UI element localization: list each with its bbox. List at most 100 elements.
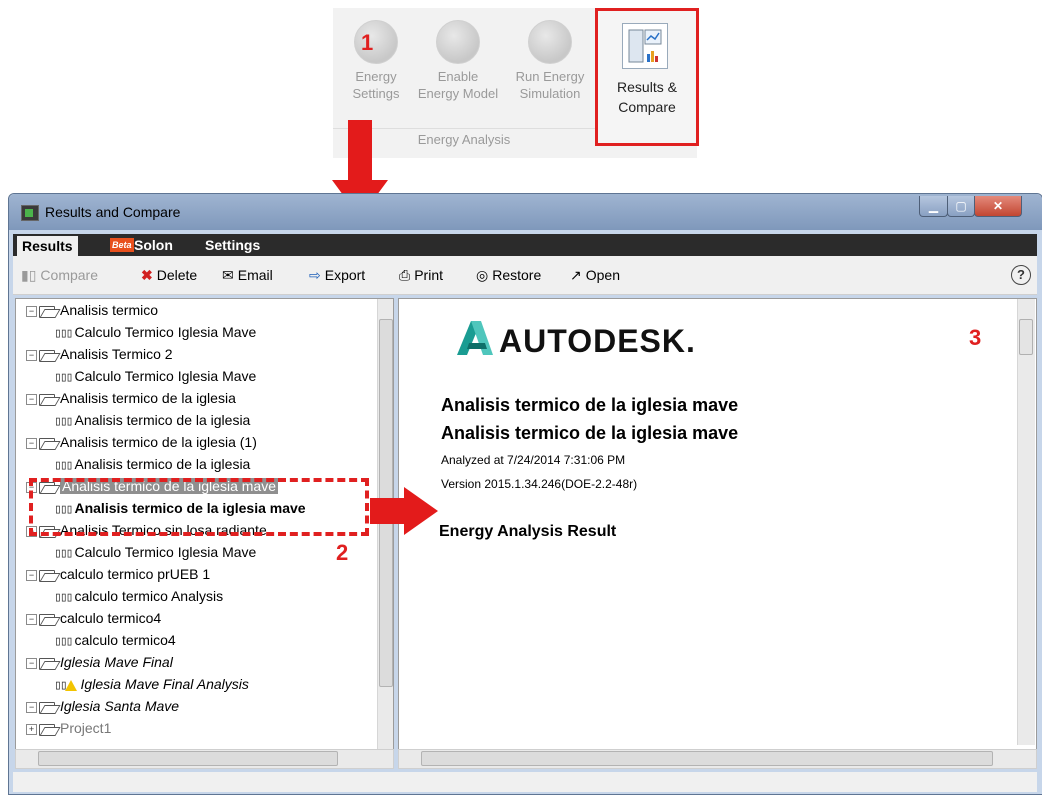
window-titlebar[interactable]: Results and Compare ▁ ▢ ✕ (9, 194, 1042, 230)
folder-icon (39, 613, 57, 627)
tree-folder-label: Project1 (60, 720, 112, 736)
energy-analysis-result-title: Energy Analysis Result (439, 523, 617, 540)
tree-folder[interactable]: − Analisis termico (26, 299, 158, 321)
delete-button[interactable]: ✖ Delete (141, 267, 197, 284)
energy-settings-label-1: Energy (355, 69, 397, 84)
tree-folder-label: Iglesia Mave Final (60, 654, 173, 670)
tree-horizontal-scroll-thumb[interactable] (38, 751, 338, 766)
collapse-icon[interactable]: − (26, 701, 37, 713)
restore-button[interactable]: ◎ Restore (476, 267, 541, 284)
tab-solon[interactable]: Solon (134, 237, 173, 253)
email-button[interactable]: ✉ Email (222, 267, 273, 284)
tab-bar: Results Beta Solon Settings (13, 234, 1037, 256)
autodesk-logo-icon (457, 321, 493, 360)
tree-item-label: Iglesia Mave Final Analysis (80, 676, 249, 692)
tree-item[interactable]: ▯▯ Iglesia Mave Final Analysis (54, 673, 249, 695)
warning-icon (64, 679, 77, 691)
tree-folder-partial[interactable]: + Project1 (26, 717, 111, 739)
tab-results[interactable]: Results (17, 236, 78, 256)
export-icon: ⇨ (309, 267, 321, 283)
tree-item[interactable]: ▯▯▯ Analisis termico de la iglesia (54, 409, 250, 431)
analysis-chart-icon: ▯▯▯ (54, 590, 74, 605)
tree-folder[interactable]: − calculo termico4 (26, 607, 161, 629)
folder-icon (39, 701, 57, 715)
open-button[interactable]: ↗ Open (570, 267, 620, 284)
results-compare-button[interactable]: Results & Compare (595, 8, 699, 146)
autodesk-wordmark: AUTODESK. (499, 323, 696, 359)
tree-folder-label: calculo termico4 (60, 610, 162, 626)
tree-item[interactable]: ▯▯▯ Calculo Termico Iglesia Mave (54, 321, 256, 343)
export-label: Export (324, 267, 366, 283)
tree-item[interactable]: ▯▯▯ Calculo Termico Iglesia Mave (54, 365, 256, 387)
tree-item-label: calculo termico Analysis (74, 588, 224, 604)
tree-folder-label: Analisis Termico 2 (60, 346, 173, 362)
tree-folder-label: Analisis termico (60, 302, 159, 318)
close-icon: ✕ (992, 199, 1004, 213)
tree-folder[interactable]: − calculo termico prUEB 1 (26, 563, 210, 585)
folder-icon (39, 305, 57, 319)
enable-energy-model-label-1: Enable (437, 69, 479, 84)
report-heading-1: Analisis termico de la iglesia mave (441, 395, 739, 415)
collapse-icon[interactable]: − (26, 437, 37, 449)
close-button[interactable]: ✕ (974, 196, 1022, 217)
tree-item[interactable]: ▯▯▯ calculo termico4 (54, 629, 176, 651)
tree-folder[interactable]: − Analisis termico de la iglesia (1) (26, 431, 257, 453)
collapse-icon[interactable]: − (26, 349, 37, 361)
enable-energy-model-icon (436, 20, 480, 64)
folder-icon (39, 657, 57, 671)
folder-icon (39, 723, 57, 737)
arrow-right-shaft (370, 498, 404, 524)
arrow-down-shaft (348, 120, 372, 182)
tree-folder[interactable]: − Iglesia Santa Mave (26, 695, 179, 717)
collapse-icon[interactable]: − (26, 657, 37, 669)
energy-settings-button[interactable]: Energy Settings (333, 12, 419, 122)
help-icon[interactable]: ? (1011, 265, 1031, 285)
results-compare-label-2: Compare (618, 99, 676, 115)
tree-item[interactable]: ▯▯▯ Analisis termico de la iglesia (54, 453, 250, 475)
collapse-icon[interactable]: − (26, 613, 37, 625)
tree-item[interactable]: ▯▯▯ Calculo Termico Iglesia Mave (54, 541, 256, 563)
app-icon (21, 205, 39, 221)
tree-folder[interactable]: − Analisis termico de la iglesia (26, 387, 236, 409)
print-button[interactable]: ⎙ Print (399, 267, 443, 284)
maximize-icon: ▢ (955, 199, 967, 213)
analyzed-date: Analyzed at 7/24/2014 7:31:06 PM (441, 453, 626, 467)
report-heading-2: Analisis termico de la iglesia mave (441, 423, 739, 443)
tree-folder-label: Analisis termico de la iglesia (60, 390, 236, 406)
tree-item[interactable]: ▯▯▯ calculo termico Analysis (54, 585, 223, 607)
collapse-icon[interactable]: − (26, 393, 37, 405)
content-horizontal-scroll-thumb[interactable] (421, 751, 993, 766)
compare-button[interactable]: ▮▯ Compare (21, 267, 98, 284)
collapse-icon[interactable]: − (26, 569, 37, 581)
minimize-button[interactable]: ▁ (919, 196, 948, 217)
run-energy-simulation-button[interactable]: Run Energy Simulation (507, 12, 593, 122)
analysis-chart-icon: ▯▯▯ (54, 326, 74, 341)
tree-folder[interactable]: − Iglesia Mave Final (26, 651, 173, 673)
minimize-icon: ▁ (928, 199, 939, 213)
tree-item-label: calculo termico4 (74, 632, 176, 648)
analysis-chart-icon: ▯▯▯ (54, 546, 74, 561)
tree-folder-label: Iglesia Santa Mave (60, 698, 180, 714)
compare-label: Compare (40, 267, 99, 283)
toolbar: ▮▯ Compare ✖ Delete ✉ Email ⇨ Export ⎙ Print … (13, 256, 1037, 295)
highlight-dashed-box (29, 478, 369, 536)
compare-bars-icon: ▮▯ (21, 267, 37, 283)
content-vertical-scrollbar[interactable] (1017, 299, 1035, 745)
tab-settings[interactable]: Settings (205, 237, 260, 253)
print-label: Print (414, 267, 443, 283)
expand-icon[interactable]: + (26, 723, 37, 735)
arrow-right-icon (404, 487, 438, 535)
maximize-button[interactable]: ▢ (947, 196, 975, 217)
analysis-chart-icon: ▯▯▯ (54, 634, 74, 649)
enable-energy-model-button[interactable]: Enable Energy Model (415, 12, 501, 122)
export-button[interactable]: ⇨ Export (309, 267, 365, 284)
folder-icon (39, 569, 57, 583)
tree-item-label: Analisis termico de la iglesia (74, 412, 251, 428)
results-compare-icon (622, 23, 668, 69)
collapse-icon[interactable]: − (26, 305, 37, 317)
open-label: Open (585, 267, 620, 283)
callout-number-3: 3 (969, 325, 982, 350)
callout-number-2: 2 (336, 540, 349, 565)
content-vertical-scroll-thumb[interactable] (1019, 319, 1033, 355)
tree-folder[interactable]: − Analisis Termico 2 (26, 343, 173, 365)
